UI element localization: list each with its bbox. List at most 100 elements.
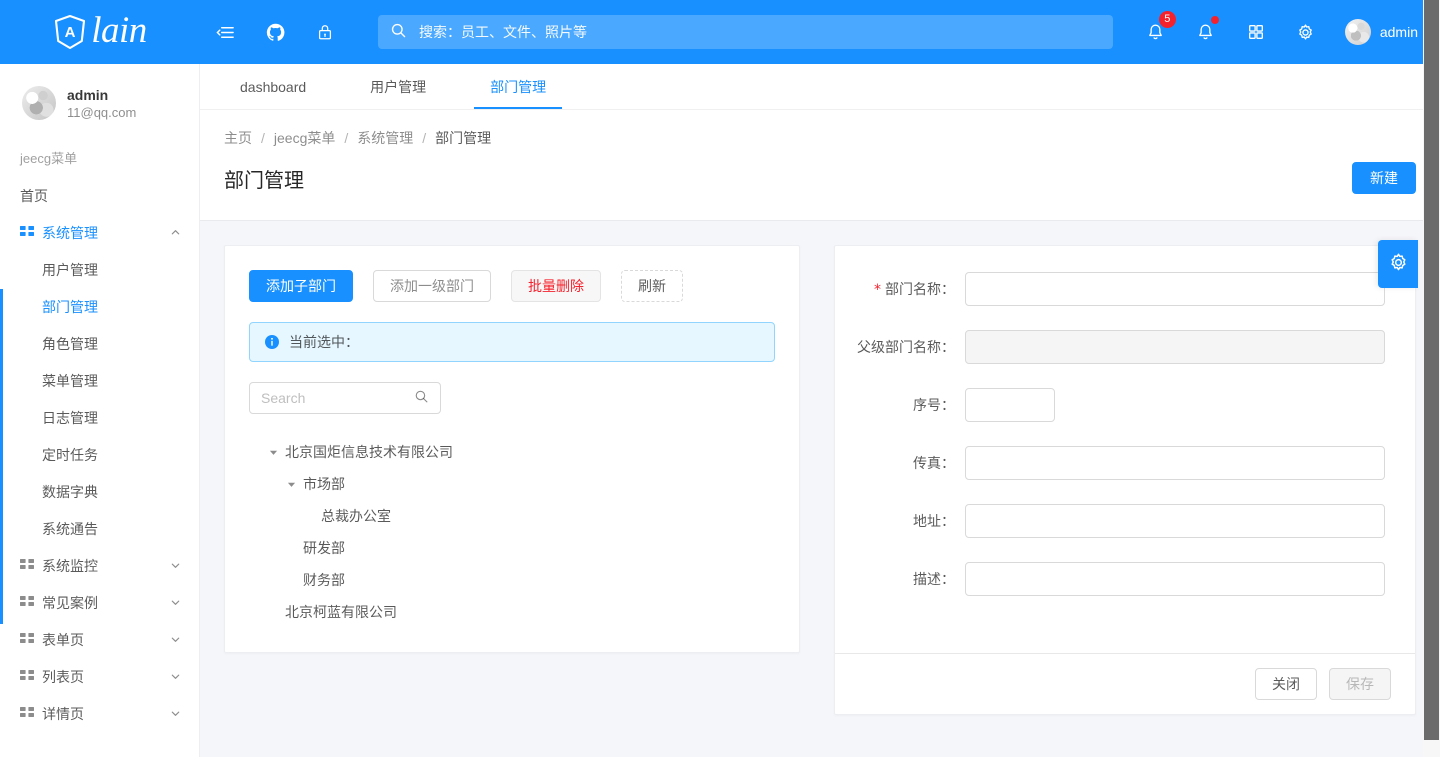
sidebar-subitem-log-management[interactable]: 日志管理 <box>0 399 199 436</box>
tab-user-management[interactable]: 用户管理 <box>354 64 442 109</box>
chevron-down-icon <box>170 634 181 645</box>
caret-down-icon[interactable] <box>279 480 303 489</box>
chevron-down-icon <box>170 708 181 719</box>
sidebar-subitem-system-notice[interactable]: 系统通告 <box>0 510 199 547</box>
notification-badge: 5 <box>1158 11 1176 28</box>
chevron-down-icon <box>170 597 181 608</box>
main-area: dashboard 用户管理 部门管理 主页 / jeecg菜单 / 系统管理 … <box>200 64 1440 757</box>
tab-label: 用户管理 <box>370 78 427 95</box>
sidebar-item-form-pages[interactable]: 表单页 <box>0 621 199 658</box>
global-search-input[interactable]: 搜索：员工、文件、照片等 <box>378 15 1113 49</box>
chevron-up-icon <box>170 227 181 238</box>
tree-node-label: 财务部 <box>303 572 345 588</box>
tree-node-label: 北京柯蓝有限公司 <box>285 604 397 620</box>
breadcrumb: 主页 / jeecg菜单 / 系统管理 / 部门管理 <box>224 128 1440 148</box>
sidebar-item-common-cases[interactable]: 常见案例 <box>0 584 199 621</box>
bell-icon-with-dot[interactable] <box>1181 0 1231 64</box>
sidebar-item-system-management[interactable]: 系统管理 <box>0 214 199 251</box>
fax-input[interactable] <box>965 446 1385 480</box>
tree-node[interactable]: 财务部 <box>249 564 775 596</box>
description-input[interactable] <box>965 562 1385 596</box>
add-sub-department-button[interactable]: 添加子部门 <box>249 270 353 302</box>
department-form-card: * 部门名称： 父级部门名称： 序号： 传真： 地址： 描述： 关闭 保存 <box>834 245 1416 715</box>
sidebar-item-label: 系统通告 <box>42 520 98 537</box>
sidebar-item-label: 首页 <box>20 187 48 204</box>
department-tree: 北京国炬信息技术有限公司 市场部 总裁办公室 研发部 财务部 北京柯蓝有限公司 <box>249 436 775 628</box>
sidebar-item-label: 系统管理 <box>42 224 98 241</box>
gear-icon <box>1388 252 1409 276</box>
app-body: admin 11@qq.com jeecg菜单 首页 系统管理 用户管理 部门管… <box>0 64 1440 757</box>
appstore-icon <box>20 225 42 240</box>
breadcrumb-item-system-management[interactable]: 系统管理 <box>357 128 413 148</box>
info-circle-icon <box>265 335 279 349</box>
address-input[interactable] <box>965 504 1385 538</box>
user-menu[interactable]: admin <box>1331 19 1426 45</box>
sidebar-subitem-scheduled-task[interactable]: 定时任务 <box>0 436 199 473</box>
breadcrumb-item-home[interactable]: 主页 <box>224 128 252 148</box>
menu-fold-icon[interactable] <box>200 0 250 64</box>
tab-dashboard[interactable]: dashboard <box>224 64 322 109</box>
form-row-parent-department-name: 父级部门名称： <box>835 330 1385 364</box>
tree-node-label: 市场部 <box>303 476 345 492</box>
form-label-text: 部门名称： <box>885 281 955 297</box>
sidebar-item-label: 菜单管理 <box>42 372 98 389</box>
new-button[interactable]: 新建 <box>1352 162 1416 194</box>
sidebar-user-name: admin <box>67 86 109 103</box>
sidebar-subitem-data-dictionary[interactable]: 数据字典 <box>0 473 199 510</box>
form-label-text: 描述： <box>913 571 955 587</box>
header-left-icons <box>200 0 350 64</box>
sidebar-user[interactable]: admin 11@qq.com <box>0 64 199 138</box>
tab-department-management[interactable]: 部门管理 <box>474 64 563 109</box>
breadcrumb-separator: / <box>422 130 427 146</box>
sidebar-subitem-user-management[interactable]: 用户管理 <box>0 251 199 288</box>
sidebar-item-label: 表单页 <box>42 631 84 648</box>
parent-department-name-input <box>965 330 1385 364</box>
sidebar-item-detail-pages[interactable]: 详情页 <box>0 695 199 732</box>
tree-node[interactable]: 市场部 <box>249 468 775 500</box>
tree-node[interactable]: 研发部 <box>249 532 775 564</box>
close-button[interactable]: 关闭 <box>1255 668 1317 700</box>
logo[interactable]: A lain <box>0 0 200 64</box>
batch-delete-button[interactable]: 批量删除 <box>511 270 601 302</box>
breadcrumb-item-jeecg-menu[interactable]: jeecg菜单 <box>274 128 335 148</box>
tree-node[interactable]: 北京国炬信息技术有限公司 <box>249 436 775 468</box>
sidebar-item-system-monitor[interactable]: 系统监控 <box>0 547 199 584</box>
bell-icon-with-count[interactable]: 5 <box>1131 0 1181 64</box>
form-row-fax: 传真： <box>835 446 1385 480</box>
department-name-input[interactable] <box>965 272 1385 306</box>
form-label: * 部门名称： <box>835 279 965 299</box>
order-number-input[interactable] <box>965 388 1055 422</box>
grid-apps-icon[interactable] <box>1231 0 1281 64</box>
search-icon <box>390 22 407 42</box>
settings-drawer-trigger[interactable] <box>1378 240 1418 288</box>
sidebar-group-title: jeecg菜单 <box>20 151 78 166</box>
required-marker: * <box>874 282 881 298</box>
sidebar-subitem-role-management[interactable]: 角色管理 <box>0 325 199 362</box>
gear-icon[interactable] <box>1281 0 1331 64</box>
page-scrollbar[interactable] <box>1423 0 1440 757</box>
form-label: 传真： <box>835 453 965 473</box>
lock-icon[interactable] <box>300 0 350 64</box>
tree-node[interactable]: 总裁办公室 <box>249 500 775 532</box>
sidebar-item-home[interactable]: 首页 <box>0 177 199 214</box>
add-top-department-button[interactable]: 添加一级部门 <box>373 270 491 302</box>
form-label: 父级部门名称： <box>835 337 965 357</box>
form-label: 描述： <box>835 569 965 589</box>
scrollbar-thumb[interactable] <box>1424 0 1439 740</box>
sidebar-item-label: 列表页 <box>42 668 84 685</box>
sidebar-item-list-pages[interactable]: 列表页 <box>0 658 199 695</box>
caret-down-icon[interactable] <box>261 448 285 457</box>
form-row-department-name: * 部门名称： <box>835 272 1385 306</box>
tree-node[interactable]: 北京柯蓝有限公司 <box>249 596 775 628</box>
refresh-button[interactable]: 刷新 <box>621 270 683 302</box>
svg-text:A: A <box>65 24 76 41</box>
sidebar-item-label: 用户管理 <box>42 261 98 278</box>
tree-node-label: 研发部 <box>303 540 345 556</box>
sidebar-subitem-menu-management[interactable]: 菜单管理 <box>0 362 199 399</box>
github-icon[interactable] <box>250 0 300 64</box>
tree-search-input[interactable]: Search <box>249 382 441 414</box>
sidebar-subitem-department-management[interactable]: 部门管理 <box>0 288 199 325</box>
search-icon[interactable] <box>414 389 429 407</box>
page-header: 部门管理 新建 <box>200 148 1440 221</box>
breadcrumb-separator: / <box>344 130 349 146</box>
